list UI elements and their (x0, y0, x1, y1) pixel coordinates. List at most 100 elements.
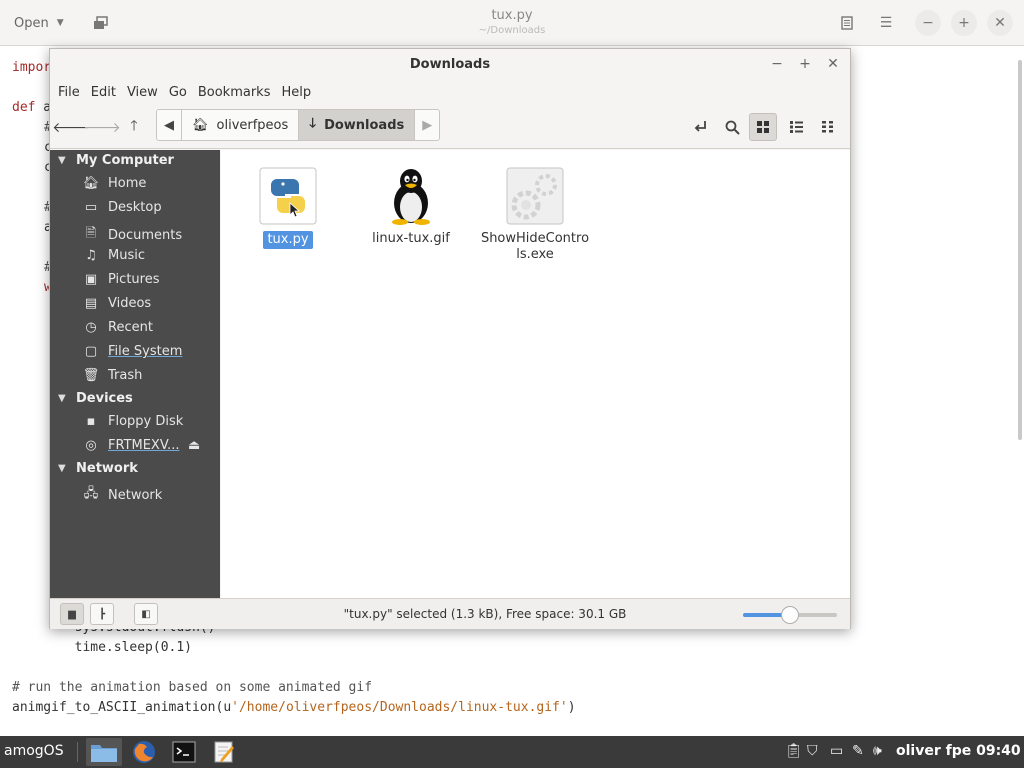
menu-edit[interactable]: Edit (86, 85, 121, 100)
breadcrumb: ◀ 🏠︎ oliverfpeos 🡓 Downloads ▶ (156, 109, 441, 141)
code-line-comment: # run the animation based on some animat… (12, 680, 373, 695)
menu-view[interactable]: View (122, 85, 163, 100)
call-string: '/home/oliverfpeos/Downloads/linux-tux.g… (231, 700, 568, 715)
sidebar-item-label: Music (108, 248, 145, 263)
file-manager-titlebar[interactable]: Downloads − + ✕ (50, 49, 850, 79)
executable-file-icon (506, 167, 564, 225)
eject-icon[interactable]: ⏏ (188, 438, 200, 453)
editor-subtitle: ~/Downloads (478, 25, 546, 36)
menubar: File Edit View Go Bookmarks Help (50, 79, 850, 105)
shield-icon[interactable]: ⛉ (807, 743, 818, 759)
triangle-left-icon: ◀ (164, 117, 174, 133)
breadcrumb-home[interactable]: 🏠︎ oliverfpeos (182, 110, 300, 140)
keyboard-icon[interactable]: ▭ (830, 743, 843, 759)
sidebar-item-optical-disc[interactable]: ◎ FRTMEXV... (82, 438, 179, 453)
menu-bookmarks[interactable]: Bookmarks (193, 85, 276, 100)
menu-help[interactable]: Help (276, 85, 316, 100)
sidebar-item-videos[interactable]: ▤ Videos (82, 296, 151, 311)
document-menu-button[interactable] (834, 10, 860, 36)
sidebar-item-trash[interactable]: 🗑︎ Trash (82, 368, 143, 383)
section-label: My Computer (76, 153, 174, 168)
taskbar-app-terminal[interactable] (166, 738, 202, 766)
triangle-down-icon: ▼ (58, 393, 66, 404)
breadcrumb-left-arrow[interactable]: ◀ (157, 110, 182, 140)
clock[interactable]: oliver fpe 09:40 (896, 743, 1021, 759)
download-icon: 🡓 (309, 116, 317, 131)
maximize-icon: + (958, 15, 970, 31)
breadcrumb-right-arrow[interactable]: ▶ (415, 110, 439, 140)
menu-go[interactable]: Go (164, 85, 192, 100)
code-line-import: impor (12, 60, 52, 75)
file-view[interactable]: tux.py linux-tux.gif ShowHideControls.ex… (221, 150, 850, 598)
pictures-icon: ▣ (84, 272, 98, 287)
fm-minimize-button[interactable]: − (766, 54, 788, 74)
triangle-right-icon: ▶ (422, 117, 433, 133)
sidebar-toggle-icon: ◧ (141, 608, 151, 620)
sidebar-item-desktop[interactable]: ▭ Desktop (82, 200, 162, 215)
music-icon: ♫ (85, 248, 97, 263)
tree-icon: ┣ (98, 608, 106, 620)
up-button[interactable]: 🡑 (120, 113, 148, 141)
sidebar: ▼ My Computer 🏠︎ Home ▭ Desktop 🗎 Docume… (50, 150, 220, 598)
sidebar-item-floppy-disk[interactable]: ▪ Floppy Disk (82, 414, 184, 429)
keyword-def: def (12, 100, 36, 115)
compact-view-button[interactable] (814, 113, 842, 141)
terminal-icon (172, 741, 196, 763)
floppy-icon: ▪ (86, 414, 96, 429)
fm-close-button[interactable]: ✕ (822, 54, 844, 74)
file-item-linux-tux-gif[interactable]: linux-tux.gif (351, 167, 471, 247)
volume-icon[interactable]: 🕪︎ (873, 743, 882, 759)
status-text: "tux.py" selected (1.3 kB), Free space: … (343, 607, 627, 621)
menu-file[interactable]: File (53, 85, 85, 100)
taskbar: amogOS 📋︎ ⛉ ▭ ✎ 🕪︎ oliver fpe 09:40 (0, 736, 1024, 768)
start-menu-button[interactable]: amogOS (4, 743, 64, 759)
minimize-icon: − (922, 15, 934, 31)
back-button[interactable]: 🡐 (52, 113, 90, 141)
toggle-location-button[interactable] (687, 113, 715, 141)
sidebar-item-label: FRTMEXV... (108, 438, 180, 453)
pen-icon[interactable]: ✎ (852, 743, 864, 759)
clipboard-icon[interactable]: 📋︎ (785, 743, 803, 759)
minimize-icon: − (771, 56, 783, 72)
sidebar-item-file-system[interactable]: ▢ File System (82, 344, 183, 359)
taskbar-app-firefox[interactable] (126, 738, 162, 766)
sidebar-item-label: Pictures (108, 272, 160, 287)
sidebar-item-music[interactable]: ♫ Music (82, 248, 145, 263)
sidebar-item-recent[interactable]: ◷ Recent (82, 320, 153, 335)
python-file-icon (259, 167, 317, 225)
zoom-slider-handle[interactable] (781, 606, 799, 624)
taskbar-separator (77, 742, 78, 762)
search-button[interactable] (718, 113, 746, 141)
sidebar-section-devices[interactable]: ▼ Devices (50, 391, 133, 406)
videos-icon: ▤ (84, 296, 98, 311)
breadcrumb-current-label: Downloads (324, 117, 405, 133)
fm-maximize-button[interactable]: + (794, 54, 816, 74)
editor-scrollbar[interactable] (1018, 60, 1022, 440)
file-item-showhidecontrols-exe[interactable]: ShowHideControls.exe (475, 167, 595, 263)
sidebar-item-network[interactable]: 🖧 Network (82, 484, 163, 506)
maximize-icon: + (799, 56, 811, 72)
close-button[interactable]: ✕ (987, 10, 1013, 36)
taskbar-app-text-editor[interactable] (206, 738, 242, 766)
list-view-button[interactable] (782, 113, 810, 141)
forward-button[interactable]: 🡒 (83, 113, 121, 141)
breadcrumb-downloads[interactable]: 🡓 Downloads (299, 110, 416, 140)
triangle-down-icon: ▼ (58, 463, 66, 474)
icon-view-button[interactable] (749, 113, 777, 141)
taskbar-app-files[interactable] (86, 738, 122, 766)
status-bar: ▆ ┣ ◧ "tux.py" selected (1.3 kB), Free s… (50, 598, 850, 629)
maximize-button[interactable]: + (951, 10, 977, 36)
sidebar-item-documents[interactable]: 🗎 Documents (82, 224, 182, 246)
sidebar-section-my-computer[interactable]: ▼ My Computer (50, 153, 174, 168)
sidebar-item-label: File System (108, 344, 183, 359)
file-item-tux-py[interactable]: tux.py (228, 167, 348, 249)
toggle-sidebar-button[interactable]: ◧ (134, 603, 158, 625)
sidebar-item-home[interactable]: 🏠︎ Home (82, 176, 147, 191)
show-tree-button[interactable]: ┣ (90, 603, 114, 625)
hamburger-menu-button[interactable]: ☰ (873, 10, 899, 36)
sidebar-item-pictures[interactable]: ▣ Pictures (82, 272, 160, 287)
sidebar-section-network[interactable]: ▼ Network (50, 461, 138, 476)
code-line-call: animgif_to_ASCII_animation(u'/home/olive… (12, 700, 576, 715)
show-places-button[interactable]: ▆ (60, 603, 84, 625)
minimize-button[interactable]: − (915, 10, 941, 36)
